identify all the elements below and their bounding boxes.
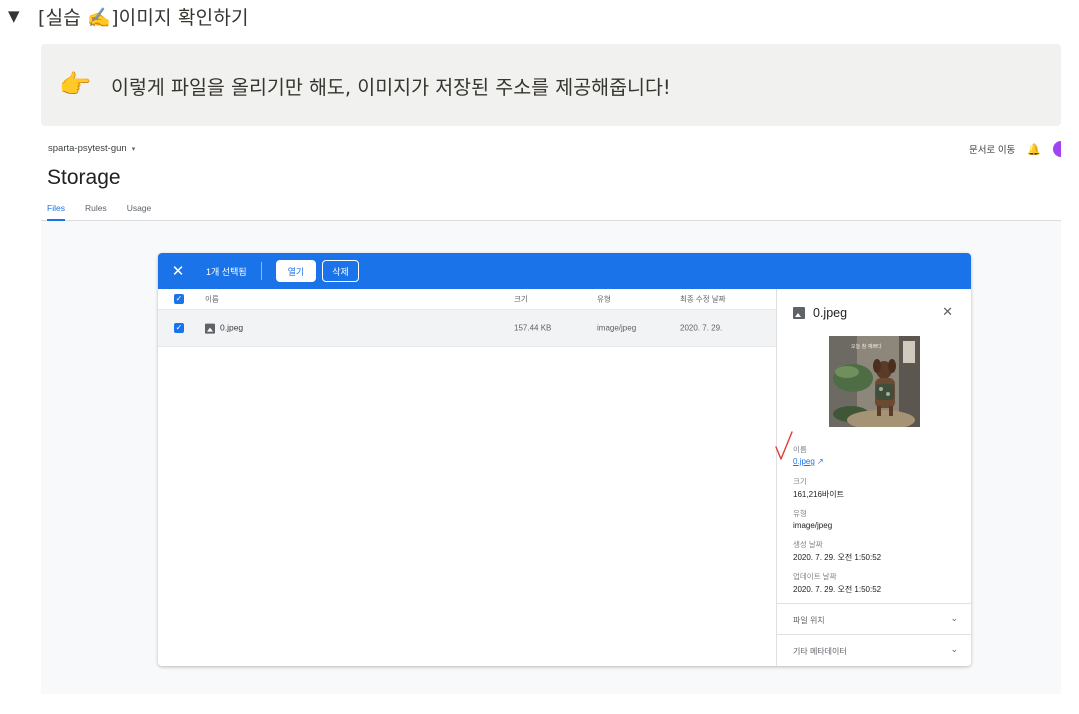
field-label: 업데이트 날짜 (793, 572, 837, 581)
page-title: Storage (47, 166, 121, 189)
select-all-checkbox[interactable]: ✓ (174, 294, 184, 304)
red-check-annotation-icon (775, 431, 793, 460)
field-size: 크기 161,216바이트 (793, 476, 844, 500)
chevron-down-icon[interactable]: ⌄ (950, 613, 958, 624)
file-name-cell[interactable]: 0.jpeg (205, 323, 243, 334)
file-details-pane: 0.jpeg ✕ 오늘 참 예쁘다 이름 0.jpeg ↗ 크기 161,216… (775, 289, 971, 666)
accordion-label: 파일 위치 (793, 616, 825, 625)
callout-text: 이렇게 파일을 올리기만 해도, 이미지가 저장된 주소를 제공해줍니다! (111, 75, 671, 99)
details-header: 0.jpeg (793, 306, 847, 320)
pointing-hand-icon: 👉 (59, 70, 92, 100)
toggle-title: [실습 ✍️]이미지 확인하기 (38, 6, 249, 29)
storage-header: sparta-psytest-gun ▾ 문서로 이동 🔔 Storage Fi… (41, 138, 1061, 221)
tab-usage[interactable]: Usage (127, 203, 152, 221)
top-right-actions: 문서로 이동 🔔 (969, 141, 1061, 157)
column-header-type[interactable]: 유형 (597, 294, 611, 305)
field-name: 이름 0.jpeg ↗ (793, 444, 824, 466)
file-download-link[interactable]: 0.jpeg (793, 457, 815, 466)
callout-box: 👉 이렇게 파일을 올리기만 해도, 이미지가 저장된 주소를 제공해줍니다! (41, 44, 1061, 126)
file-size: 157.44 KB (514, 323, 552, 333)
toolbar-divider (260, 262, 262, 280)
tab-rules[interactable]: Rules (85, 203, 107, 221)
image-preview: 오늘 참 예쁘다 (829, 336, 920, 427)
image-file-icon (205, 323, 215, 334)
delete-button[interactable]: 삭제 (322, 260, 359, 282)
column-header-size[interactable]: 크기 (514, 294, 528, 305)
file-name: 0.jpeg (220, 322, 244, 333)
details-filename: 0.jpeg (813, 306, 848, 320)
file-type: image/jpeg (597, 323, 637, 333)
storage-screenshot: sparta-psytest-gun ▾ 문서로 이동 🔔 Storage Fi… (41, 138, 1061, 694)
thumbnail-caption: 오늘 참 예쁘다 (851, 343, 882, 350)
field-type: 유형 image/jpeg (793, 508, 832, 530)
column-header-name[interactable]: 이름 (205, 294, 219, 305)
table-row[interactable]: ✓ 0.jpeg 157.44 KB image/jpeg 2020. 7. 2… (158, 310, 776, 347)
dropdown-caret-icon: ▾ (131, 145, 136, 153)
tab-files[interactable]: Files (47, 203, 65, 221)
field-value: 2020. 7. 29. 오전 1:50:52 (793, 585, 882, 594)
field-value: 161,216바이트 (793, 490, 844, 499)
field-label: 크기 (793, 477, 807, 486)
image-file-icon (793, 307, 805, 319)
field-updated: 업데이트 날짜 2020. 7. 29. 오전 1:50:52 (793, 571, 881, 595)
field-value: 2020. 7. 29. 오전 1:50:52 (793, 553, 882, 562)
field-value: 0.jpeg ↗ (793, 457, 824, 466)
open-button[interactable]: 열기 (275, 260, 317, 282)
storage-tabs: Files Rules Usage (47, 203, 151, 221)
project-name: sparta-psytest-gun (48, 143, 127, 154)
selection-toolbar: ✕ 1개 선택됨 열기 삭제 (158, 253, 971, 289)
open-in-new-icon[interactable]: ↗ (817, 457, 824, 466)
project-selector[interactable]: sparta-psytest-gun ▾ (48, 143, 135, 154)
file-modified: 2020. 7. 29. (680, 323, 723, 333)
toggle-block[interactable]: ▼ [실습 ✍️]이미지 확인하기 (8, 2, 249, 30)
field-created: 생성 날짜 2020. 7. 29. 오전 1:50:52 (793, 539, 881, 563)
accordion-label: 기타 메타데이터 (793, 647, 847, 656)
close-icon[interactable]: ✕ (942, 304, 953, 320)
field-value: image/jpeg (793, 521, 833, 530)
accordion-other-metadata[interactable]: 기타 메타데이터 ⌄ (777, 634, 971, 665)
file-table: ✓ 이름 크기 유형 최종 수정 날짜 ✓ 0.jpeg 157.44 KB i… (158, 289, 776, 347)
toggle-arrow-icon[interactable]: ▼ (8, 7, 38, 25)
file-browser-panel: ✕ 1개 선택됨 열기 삭제 ✓ 이름 크기 유형 최종 수정 날짜 ✓ 0.j… (158, 253, 971, 666)
chevron-down-icon[interactable]: ⌄ (950, 644, 958, 655)
bell-icon[interactable]: 🔔 (1027, 143, 1041, 156)
table-header-row: ✓ 이름 크기 유형 최종 수정 날짜 (158, 289, 776, 310)
row-checkbox[interactable]: ✓ (174, 323, 184, 333)
field-label: 생성 날짜 (793, 540, 823, 549)
avatar[interactable] (1053, 141, 1061, 157)
column-header-modified[interactable]: 최종 수정 날짜 (680, 294, 726, 305)
docs-link[interactable]: 문서로 이동 (969, 142, 1015, 156)
clear-selection-icon[interactable]: ✕ (158, 262, 198, 280)
dog-photo-thumbnail: 오늘 참 예쁘다 (829, 336, 920, 427)
field-label: 이름 (793, 445, 807, 454)
selection-count: 1개 선택됨 (206, 266, 247, 277)
field-label: 유형 (793, 509, 807, 518)
accordion-file-location[interactable]: 파일 위치 ⌄ (777, 603, 971, 634)
